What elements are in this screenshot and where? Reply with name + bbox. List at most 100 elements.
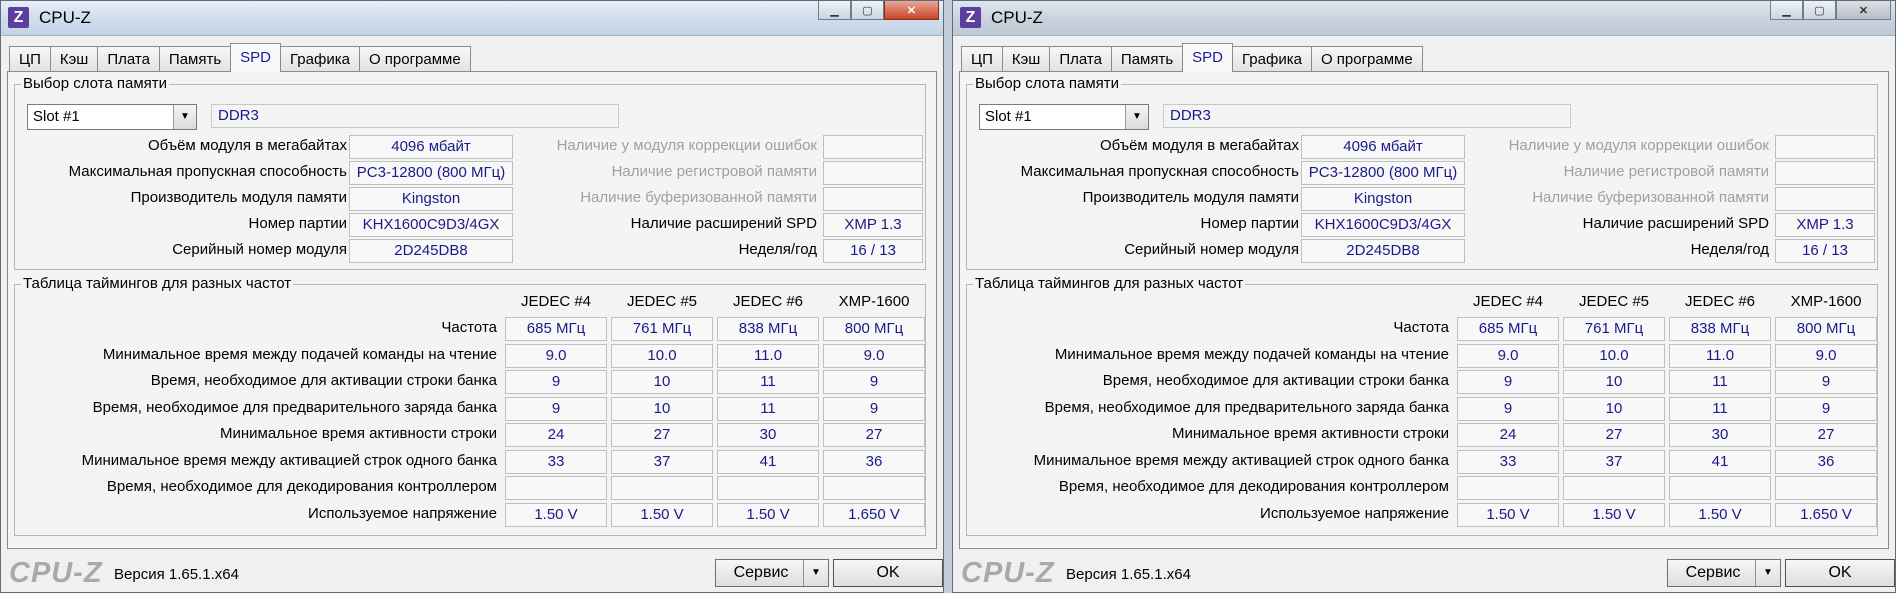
ecc-value bbox=[823, 135, 923, 159]
timing-cell: 11.0 bbox=[717, 343, 819, 368]
cpuz-logo: CPU-Z bbox=[961, 557, 1055, 589]
title-bar[interactable]: Z CPU-Z ▁ ▢ ✕ bbox=[953, 1, 1895, 36]
slot-select[interactable]: Slot #1 ▼ bbox=[27, 104, 197, 130]
timing-cell bbox=[1457, 476, 1559, 500]
timing-cell: 9 bbox=[1775, 396, 1877, 421]
tab-5[interactable]: Графика bbox=[280, 46, 360, 71]
window-controls: ▁ ▢ ✕ bbox=[818, 1, 939, 21]
tab-0[interactable]: ЦП bbox=[961, 46, 1003, 71]
ok-button[interactable]: OK bbox=[1785, 559, 1895, 587]
title-bar[interactable]: Z CPU-Z ▁ ▢ ✕ bbox=[1, 1, 943, 36]
tab-4[interactable]: SPD bbox=[230, 43, 282, 72]
chevron-down-icon[interactable]: ▼ bbox=[173, 105, 196, 129]
buffered-value bbox=[823, 187, 923, 211]
timing-row-label: Время, необходимое для декодирования кон… bbox=[106, 478, 497, 495]
timing-group: Таблица таймингов для разных частот JEDE… bbox=[966, 275, 1878, 536]
close-icon[interactable]: ✕ bbox=[1836, 1, 1891, 20]
ecc-label: Наличие у модуля коррекции ошибок bbox=[1508, 137, 1769, 154]
slot-group: Выбор слота памяти Slot #1 ▼ DDR3 Объём … bbox=[966, 75, 1878, 270]
slot-select[interactable]: Slot #1 ▼ bbox=[979, 104, 1149, 130]
timing-cell: 9.0 bbox=[1457, 343, 1559, 368]
maximize-icon[interactable]: ▢ bbox=[851, 1, 884, 20]
part-number-value: KHX1600C9D3/4GX bbox=[1301, 213, 1465, 237]
timing-cell: 27 bbox=[1563, 423, 1665, 447]
window-client-area: ЦП Кэш Плата Память SPD Графика О программе Вы… bbox=[957, 37, 1895, 589]
ecc-value bbox=[1775, 135, 1875, 159]
timing-cell: 761 МГц bbox=[1563, 317, 1665, 341]
close-icon[interactable]: ✕ bbox=[884, 1, 939, 20]
tab-2[interactable]: Плата bbox=[1049, 46, 1112, 71]
timing-row-label: Время, необходимое для активации строки … bbox=[1102, 372, 1449, 389]
timing-cell: 27 bbox=[823, 423, 925, 447]
minimize-icon[interactable]: ▁ bbox=[1770, 1, 1803, 20]
timing-cell bbox=[823, 476, 925, 500]
service-button[interactable]: Сервис ▼ bbox=[715, 559, 829, 587]
tab-5[interactable]: Графика bbox=[1232, 46, 1312, 71]
spd-ext-label: Наличие расширений SPD bbox=[630, 215, 817, 232]
spd-ext-value: XMP 1.3 bbox=[1775, 213, 1875, 237]
tab-6[interactable]: О программе bbox=[1310, 46, 1423, 71]
timing-cell: 9 bbox=[505, 396, 607, 421]
window-title: CPU-Z bbox=[991, 8, 1043, 27]
timing-cell: 24 bbox=[505, 423, 607, 447]
module-size-label: Объём модуля в мегабайтах bbox=[147, 137, 347, 154]
timing-cell: 11 bbox=[1669, 396, 1771, 421]
tab-6[interactable]: О программе bbox=[358, 46, 471, 71]
timing-cell: 9 bbox=[1457, 396, 1559, 421]
status-footer: CPU-Z Версия 1.65.1.x64 Сервис ▼ OK bbox=[5, 551, 943, 589]
tab-1[interactable]: Кэш bbox=[49, 46, 99, 71]
timing-cell bbox=[611, 476, 713, 500]
timing-column-header: JEDEC #6 bbox=[1684, 293, 1756, 310]
timing-row-label: Время, необходимое для предварительного … bbox=[1044, 398, 1449, 416]
ecc-label: Наличие у модуля коррекции ошибок bbox=[556, 137, 817, 154]
timing-column-header: JEDEC #6 bbox=[732, 293, 804, 310]
timing-row-label: Минимальное время между активацией строк… bbox=[81, 451, 497, 469]
timing-cell: 11 bbox=[717, 396, 819, 421]
timing-row-label: Минимальное время между подачей команды … bbox=[102, 345, 497, 363]
timing-cell: 800 МГц bbox=[1775, 317, 1877, 341]
registered-value bbox=[1775, 161, 1875, 185]
tab-strip: ЦП Кэш Плата Память SPD Графика О программе bbox=[961, 43, 1423, 72]
timing-cell: 33 bbox=[505, 449, 607, 474]
version-label: Версия 1.65.1.x64 bbox=[114, 566, 239, 583]
timing-cell: 1.50 V bbox=[717, 502, 819, 527]
dropdown-arrow-icon[interactable]: ▼ bbox=[803, 560, 828, 586]
slot-group: Выбор слота памяти Slot #1 ▼ DDR3 Объём … bbox=[14, 75, 926, 270]
timing-cell: 9 bbox=[823, 370, 925, 394]
minimize-icon[interactable]: ▁ bbox=[818, 1, 851, 20]
timing-cell: 36 bbox=[1775, 449, 1877, 474]
timing-row-label: Частота bbox=[441, 319, 497, 336]
timing-cell bbox=[1775, 476, 1877, 500]
timing-cell: 1.50 V bbox=[505, 502, 607, 527]
maximize-icon[interactable]: ▢ bbox=[1803, 1, 1836, 20]
service-button[interactable]: Сервис ▼ bbox=[1667, 559, 1781, 587]
cpuz-app-icon: Z bbox=[960, 7, 981, 28]
timing-cell: 9 bbox=[1457, 370, 1559, 394]
timing-cell: 800 МГц bbox=[823, 317, 925, 341]
window-controls: ▁ ▢ ✕ bbox=[1770, 1, 1891, 21]
module-size-label: Объём модуля в мегабайтах bbox=[1099, 137, 1299, 154]
tab-2[interactable]: Плата bbox=[97, 46, 160, 71]
timing-cell: 9.0 bbox=[505, 343, 607, 368]
timing-cell: 37 bbox=[611, 449, 713, 474]
dropdown-arrow-icon[interactable]: ▼ bbox=[1755, 560, 1780, 586]
slot-group-title: Выбор слота памяти bbox=[973, 75, 1122, 92]
timing-cell: 1.650 V bbox=[823, 502, 925, 527]
timing-cell: 27 bbox=[1775, 423, 1877, 447]
tab-3[interactable]: Память bbox=[1110, 46, 1184, 71]
tab-1[interactable]: Кэш bbox=[1001, 46, 1051, 71]
tab-0[interactable]: ЦП bbox=[9, 46, 51, 71]
timing-cell: 30 bbox=[717, 423, 819, 447]
chevron-down-icon[interactable]: ▼ bbox=[1125, 105, 1148, 129]
service-button-label: Сервис bbox=[733, 564, 789, 581]
tab-4[interactable]: SPD bbox=[1182, 43, 1234, 72]
ok-button[interactable]: OK bbox=[833, 559, 943, 587]
timing-cell: 9 bbox=[505, 370, 607, 394]
buffered-value bbox=[1775, 187, 1875, 211]
manufacturer-value: Kingston bbox=[349, 187, 513, 211]
timing-cell: 685 МГц bbox=[1457, 317, 1559, 341]
tab-3[interactable]: Память bbox=[158, 46, 232, 71]
timing-cell: 9 bbox=[823, 396, 925, 421]
timing-row-label: Время, необходимое для предварительного … bbox=[92, 398, 497, 416]
manufacturer-value: Kingston bbox=[1301, 187, 1465, 211]
